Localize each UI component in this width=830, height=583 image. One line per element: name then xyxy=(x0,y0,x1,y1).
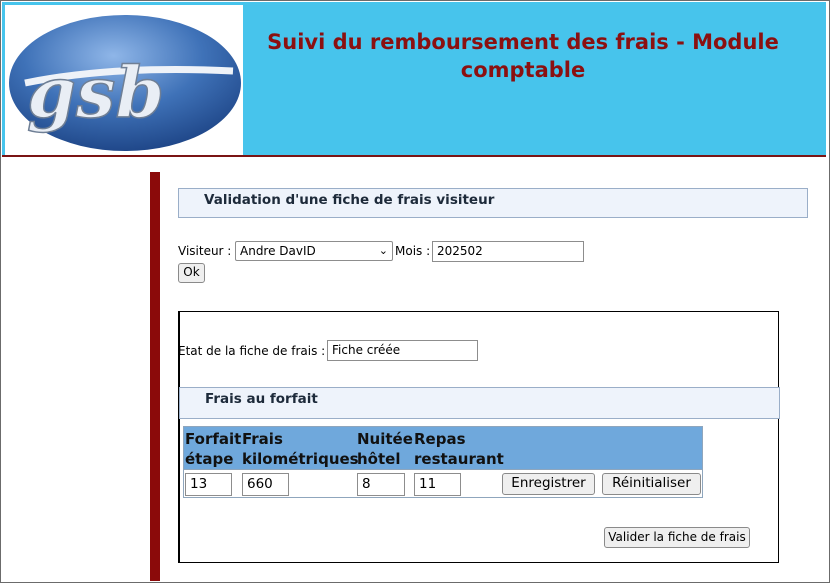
visiteur-selected-value: Andre DavID xyxy=(240,244,316,258)
etat-input-value: Fiche créée xyxy=(332,343,401,357)
repas-restaurant-input[interactable]: 11 xyxy=(414,473,461,496)
validation-section-title: Validation d'une fiche de frais visiteur xyxy=(178,188,808,218)
etat-label: Etat de la fiche de frais : xyxy=(178,344,326,358)
validation-title-text: Validation d'une fiche de frais visiteur xyxy=(204,192,495,208)
etat-input[interactable]: Fiche créée xyxy=(327,340,478,361)
col-frais-km: Frais kilométriques xyxy=(242,430,359,468)
nuitee-hotel-input[interactable]: 8 xyxy=(357,473,405,496)
reinitialiser-button[interactable]: Réinitialiser xyxy=(602,473,701,495)
visiteur-select[interactable]: Andre DavID ⌄ xyxy=(235,241,393,261)
enregistrer-button[interactable]: Enregistrer xyxy=(502,473,595,495)
col-repas-restaurant: Repas restaurant xyxy=(414,430,504,468)
ok-button[interactable]: Ok xyxy=(178,263,205,283)
forfait-title-text: Frais au forfait xyxy=(205,391,318,407)
left-accent-bar xyxy=(150,172,160,581)
col-nuitee-hotel: Nuitée hôtel xyxy=(357,430,413,468)
frais-km-input[interactable]: 660 xyxy=(242,473,289,496)
table-row: 13 660 8 11 Enregistrer Réinitialiser xyxy=(183,470,703,498)
chevron-down-icon: ⌄ xyxy=(378,244,388,257)
col-forfait-etape: Forfait étape xyxy=(185,430,242,468)
mois-input-value: 202502 xyxy=(437,244,483,258)
visiteur-label: Visiteur : xyxy=(178,244,232,258)
forfait-etape-input[interactable]: 13 xyxy=(185,473,232,496)
valider-fiche-button[interactable]: Valider la fiche de frais xyxy=(604,527,750,548)
forfait-section-title: Frais au forfait xyxy=(179,387,780,419)
mois-label: Mois : xyxy=(395,244,431,258)
gsb-logo: gsb xyxy=(5,5,243,155)
mois-input[interactable]: 202502 xyxy=(432,241,584,262)
svg-text:gsb: gsb xyxy=(27,51,164,134)
table-header: Forfait étape Frais kilométriques Nuitée… xyxy=(183,426,703,470)
page-title: Suivi du remboursement des frais - Modul… xyxy=(267,30,779,82)
app-header: gsb Suivi du remboursement des frais - M… xyxy=(2,2,826,157)
